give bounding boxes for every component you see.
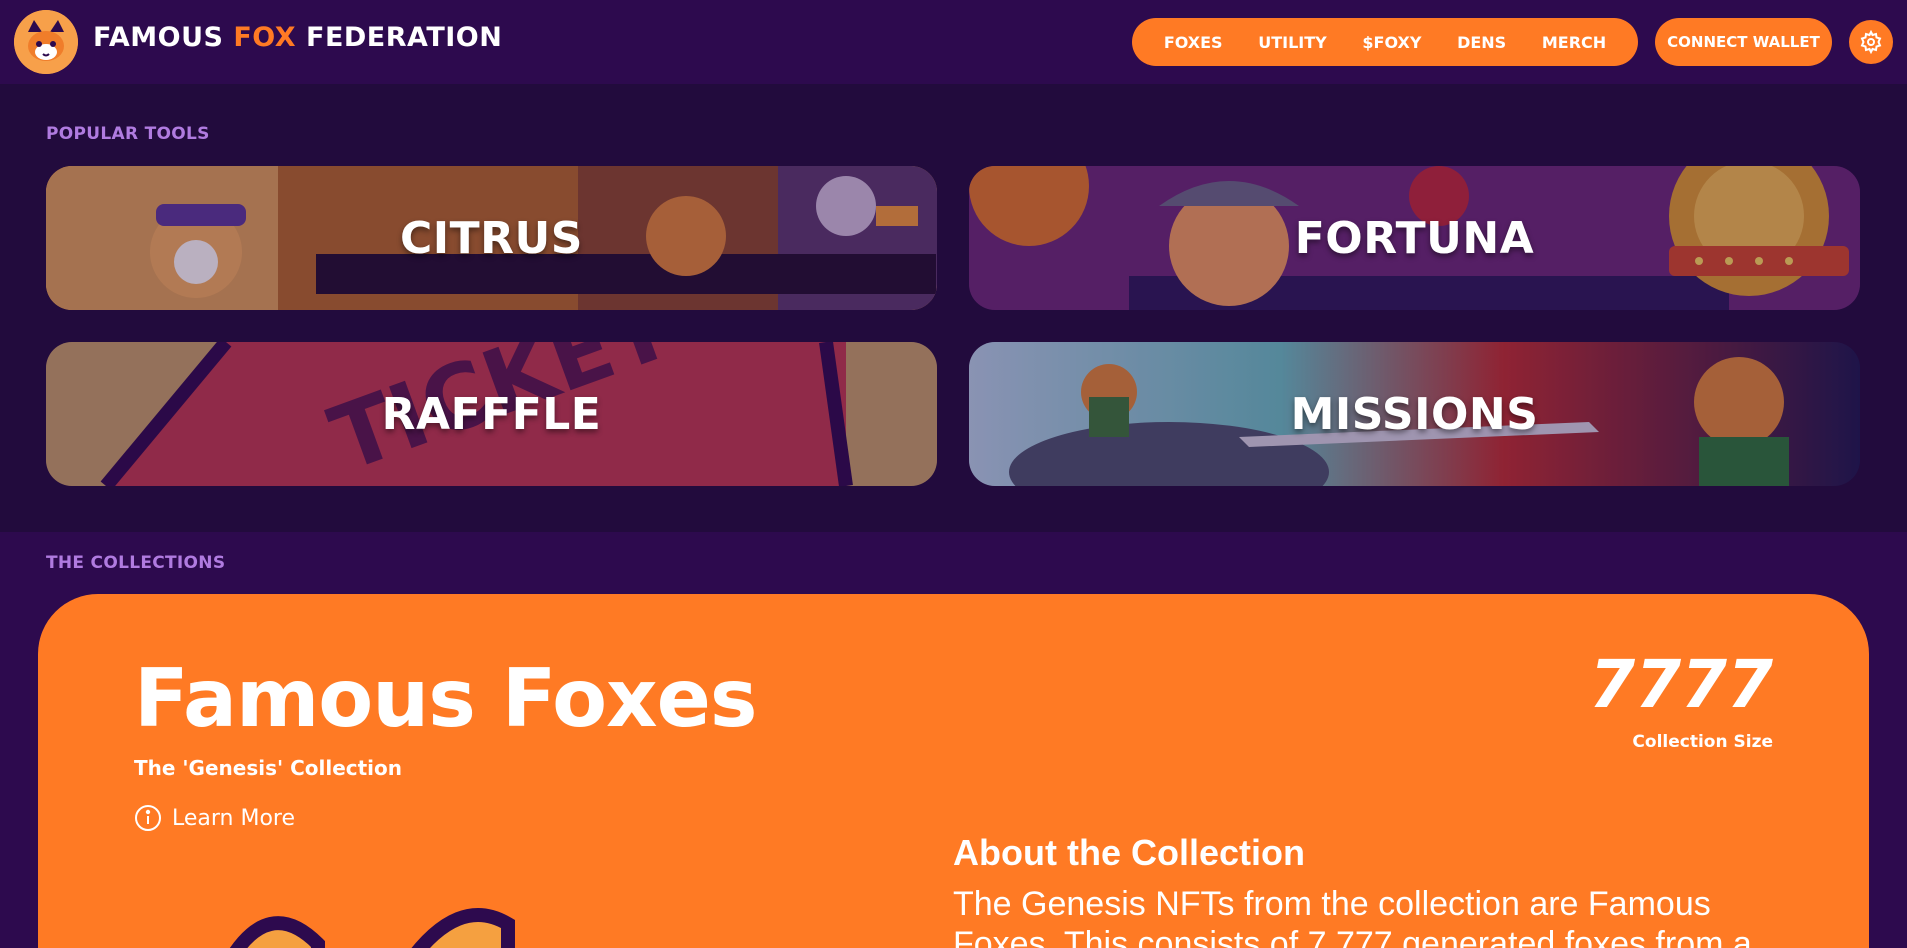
tool-label-citrus: CITRUS — [400, 212, 583, 264]
main-nav: FOXES UTILITY $FOXY DENS MERCH — [1132, 18, 1638, 66]
fox-logo-icon[interactable] — [14, 10, 78, 74]
nav-utility[interactable]: UTILITY — [1258, 33, 1327, 52]
nav-dens[interactable]: DENS — [1457, 33, 1506, 52]
collection-size-label: Collection Size — [1632, 732, 1773, 752]
collection-subtitle: The 'Genesis' Collection — [134, 756, 403, 780]
popular-tools-label: POPULAR TOOLS — [46, 124, 210, 144]
fox-ears-image — [229, 908, 515, 948]
tool-card-citrus[interactable]: CITRUS — [46, 166, 937, 310]
collection-size-value: 7777 — [1589, 646, 1773, 723]
tool-card-missions[interactable]: MISSIONS — [969, 342, 1860, 486]
about-collection-title: About the Collection — [953, 832, 1305, 873]
collections-label: THE COLLECTIONS — [46, 553, 226, 573]
collection-card-famous-foxes: Famous Foxes The 'Genesis' Collection Le… — [38, 594, 1869, 948]
tool-card-fortuna[interactable]: FORTUNA — [969, 166, 1860, 310]
learn-more-link[interactable]: Learn More — [134, 804, 295, 832]
tool-label-rafffle: RAFFFLE — [381, 388, 602, 440]
nav-foxy[interactable]: $FOXY — [1362, 33, 1421, 52]
connect-wallet-button[interactable]: CONNECT WALLET — [1655, 18, 1832, 66]
gear-icon — [1860, 30, 1882, 54]
tool-label-fortuna: FORTUNA — [1294, 212, 1535, 264]
tool-card-rafffle[interactable]: TICKET RAFFFLE — [46, 342, 937, 486]
brand-part-1: FAMOUS — [93, 22, 234, 53]
brand-part-2: FEDERATION — [296, 22, 503, 53]
info-icon — [135, 805, 161, 831]
about-collection-body: The Genesis NFTs from the collection are… — [953, 885, 1752, 948]
learn-more-label: Learn More — [172, 805, 296, 831]
brand-name[interactable]: FAMOUS FOX FEDERATION — [93, 22, 502, 53]
tool-label-missions: MISSIONS — [1290, 388, 1539, 440]
settings-button[interactable] — [1849, 20, 1893, 64]
nav-merch[interactable]: MERCH — [1542, 33, 1606, 52]
nav-foxes[interactable]: FOXES — [1164, 33, 1223, 52]
brand-accent: FOX — [233, 22, 297, 53]
top-header: FAMOUS FOX FEDERATION FOXES UTILITY $FOX… — [0, 0, 1907, 84]
collection-title: Famous Foxes — [134, 652, 758, 745]
popular-tools-section: POPULAR TOOLS CITRUS FORTUNA TICKET RAFF… — [0, 84, 1907, 532]
